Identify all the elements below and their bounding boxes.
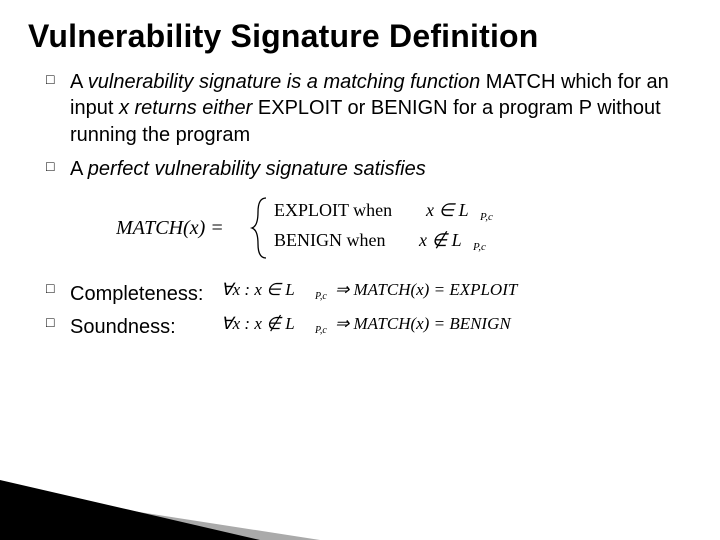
text-italic: perfect vulnerability signature satisfie…: [88, 158, 426, 180]
text: A: [70, 158, 88, 180]
math-case2-sub: P,c: [472, 241, 486, 253]
math-case1-sub: P,c: [479, 211, 493, 223]
lower-block: Completeness: ∀x : x ∈ L P,c ⇒ MATCH(x) …: [46, 278, 682, 343]
bullet-perfect: A perfect vulnerability signature satisf…: [46, 156, 682, 182]
text: A: [70, 71, 88, 93]
slide: Vulnerability Signature Definition A vul…: [0, 0, 720, 540]
bullet-completeness: Completeness: ∀x : x ∈ L P,c ⇒ MATCH(x) …: [46, 278, 682, 309]
brace-icon: [252, 198, 266, 258]
math-text: ⇒ MATCH(x) = BENIGN: [335, 314, 512, 333]
math-text: ⇒ MATCH(x) = EXPLOIT: [335, 280, 519, 299]
text-italic: x: [119, 97, 129, 119]
math-sub: P,c: [314, 325, 327, 336]
bullet-soundness: Soundness: ∀x : x ∉ L P,c ⇒ MATCH(x) = B…: [46, 312, 682, 343]
math-case2-rel: x ∉ L: [418, 230, 462, 250]
math-case1-rel: x ∈ L: [425, 200, 469, 220]
soundness-label: Soundness:: [70, 314, 215, 340]
math-case2-text: BENIGN when: [274, 230, 385, 250]
slide-body: A vulnerability signature is a matching …: [28, 69, 692, 343]
text-italic: vulnerability signature is a matching fu…: [88, 71, 486, 93]
bullet-definition: A vulnerability signature is a matching …: [46, 69, 682, 148]
text-italic: returns either: [129, 97, 258, 119]
math-text: ∀x : x ∉ L: [221, 314, 295, 333]
math-lhs: MATCH(x) =: [116, 217, 224, 239]
math-sub: P,c: [314, 291, 327, 302]
soundness-math: ∀x : x ∉ L P,c ⇒ MATCH(x) = BENIGN: [221, 312, 631, 343]
slide-title: Vulnerability Signature Definition: [28, 18, 692, 55]
math-case1-text: EXPLOIT when: [274, 200, 392, 220]
completeness-label: Completeness:: [70, 281, 215, 307]
completeness-math: ∀x : x ∈ L P,c ⇒ MATCH(x) = EXPLOIT: [221, 278, 631, 309]
decorative-wedge-black: [0, 480, 260, 540]
math-text: ∀x : x ∈ L: [221, 280, 295, 299]
math-definition: MATCH(x) = EXPLOIT when x ∈ L P,c BENIGN…: [116, 192, 546, 264]
